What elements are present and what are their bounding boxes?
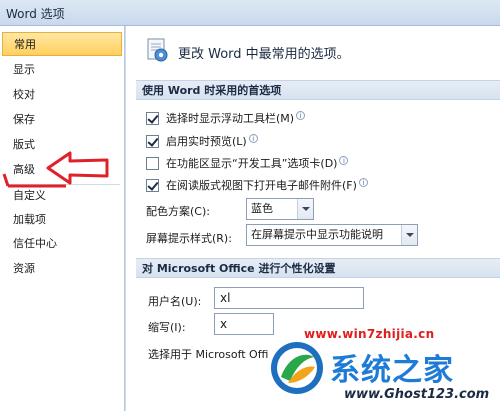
section-title-personalize: 对 Microsoft Office 进行个性化设置 [136, 258, 500, 278]
title-bar: Word 选项 [0, 0, 500, 26]
initials-input[interactable]: x [214, 313, 274, 335]
option-live-preview[interactable]: 启用实时预览(L) i [146, 132, 258, 150]
option-floating-toolbar[interactable]: 选择时显示浮动工具栏(M) i [146, 109, 306, 127]
sidebar-item-trust-center[interactable]: 信任中心 [0, 232, 124, 256]
chevron-down-icon[interactable] [401, 225, 417, 245]
section-title-preferences: 使用 Word 时采用的首选项 [136, 80, 500, 100]
red-underline-annotation [2, 173, 66, 188]
developer-tab-label: 在功能区显示“开发工具”选项卡(D) [166, 157, 338, 170]
tooltip-style-label: 屏幕提示样式(R): [146, 232, 232, 245]
live-preview-checkbox[interactable] [146, 134, 159, 148]
color-scheme-value: 蓝色 [251, 202, 273, 215]
option-developer-tab[interactable]: 在功能区显示“开发工具”选项卡(D) i [146, 154, 349, 172]
window-title: Word 选项 [6, 7, 65, 21]
language-setting-text: 选择用于 Microsoft Offi [148, 348, 269, 361]
settings-page-icon [147, 38, 168, 62]
watermark: www.win7zhijia.cn 系统之家 www.Ghost123.com [268, 325, 500, 411]
color-scheme-select[interactable]: 蓝色 [246, 198, 314, 220]
watermark-brand-name: 系统之家 [330, 353, 454, 388]
info-icon: i [358, 177, 368, 187]
username-label: 用户名(U): [148, 295, 202, 308]
tooltip-style-value: 在屏幕提示中显示功能说明 [251, 228, 383, 241]
option-email-attachments[interactable]: 在阅读版式视图下打开电子邮件附件(F) i [146, 176, 368, 194]
floating-toolbar-checkbox[interactable] [146, 111, 159, 125]
floating-toolbar-label: 选择时显示浮动工具栏(M) [166, 112, 295, 125]
sidebar-item-proofing[interactable]: 校对 [0, 83, 124, 107]
tooltip-style-select[interactable]: 在屏幕提示中显示功能说明 [246, 224, 418, 246]
email-attachments-checkbox[interactable] [146, 178, 159, 192]
panel-header: 更改 Word 中最常用的选项。 [126, 26, 500, 76]
live-preview-label: 启用实时预览(L) [166, 135, 247, 148]
username-input[interactable]: xl [214, 287, 364, 309]
sidebar-item-common[interactable]: 常用 [2, 32, 122, 56]
sidebar-item-display[interactable]: 显示 [0, 58, 124, 82]
email-attachments-label: 在阅读版式视图下打开电子邮件附件(F) [166, 179, 357, 192]
panel-header-text: 更改 Word 中最常用的选项。 [178, 47, 350, 62]
sidebar: 常用 显示 校对 保存 版式 高级 自定义 加载项 信任中心 资源 [0, 26, 125, 411]
sidebar-item-save[interactable]: 保存 [0, 108, 124, 132]
info-icon: i [339, 155, 349, 165]
chevron-down-icon[interactable] [297, 199, 313, 219]
initials-label: 缩写(I): [148, 321, 186, 334]
developer-tab-checkbox[interactable] [146, 156, 159, 170]
sidebar-item-addins[interactable]: 加载项 [0, 208, 124, 232]
watermark-logo-icon [271, 342, 323, 394]
sidebar-item-resources[interactable]: 资源 [0, 257, 124, 281]
color-scheme-label: 配色方案(C): [146, 205, 210, 218]
info-icon: i [296, 110, 306, 120]
info-icon: i [248, 133, 258, 143]
watermark-url-bottom: www.Ghost123.com [344, 387, 490, 402]
